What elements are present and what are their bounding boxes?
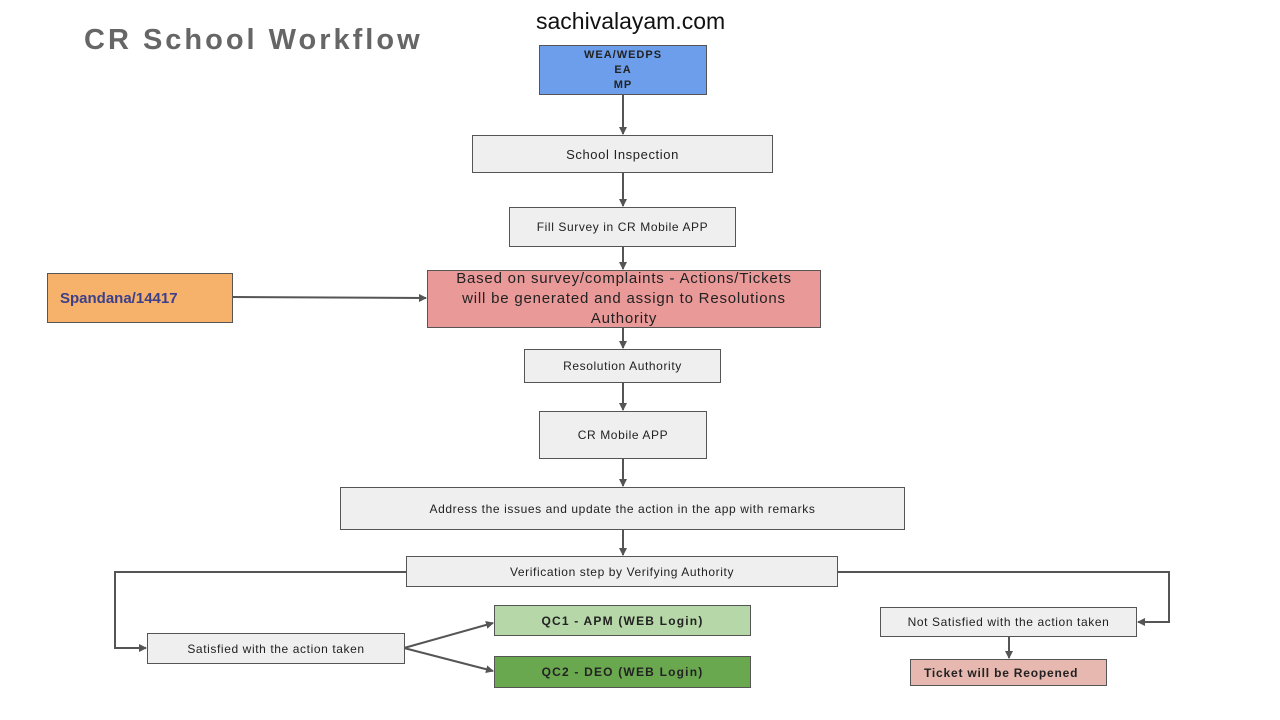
qc2-box: QC2 - DEO (WEB Login) [494,656,751,688]
roles-box: WEA/WEDPS EA MP [539,45,707,95]
school-inspection-box: School Inspection [472,135,773,173]
not-satisfied-box: Not Satisfied with the action taken [880,607,1137,637]
fill-survey-box: Fill Survey in CR Mobile APP [509,207,736,247]
resolution-authority-box: Resolution Authority [524,349,721,383]
role-label: EA [614,63,632,76]
qc1-box: QC1 - APM (WEB Login) [494,605,751,636]
address-issues-box: Address the issues and update the action… [340,487,905,530]
role-label: WEA/WEDPS [583,48,663,61]
verification-box: Verification step by Verifying Authority [406,556,838,587]
cr-mobile-app-box: CR Mobile APP [539,411,707,459]
arrow-spandana-to-tickets [232,293,427,302]
satisfied-box: Satisfied with the action taken [147,633,405,664]
arrow-satisfied-to-qc1 [403,621,494,649]
spandana-box: Spandana/14417 [47,273,233,323]
role-label: MP [613,78,633,91]
reopened-box: Ticket will be Reopened [910,659,1107,686]
arrow-satisfied-to-qc2 [403,647,494,674]
tickets-box: Based on survey/complaints - Actions/Tic… [427,270,821,328]
